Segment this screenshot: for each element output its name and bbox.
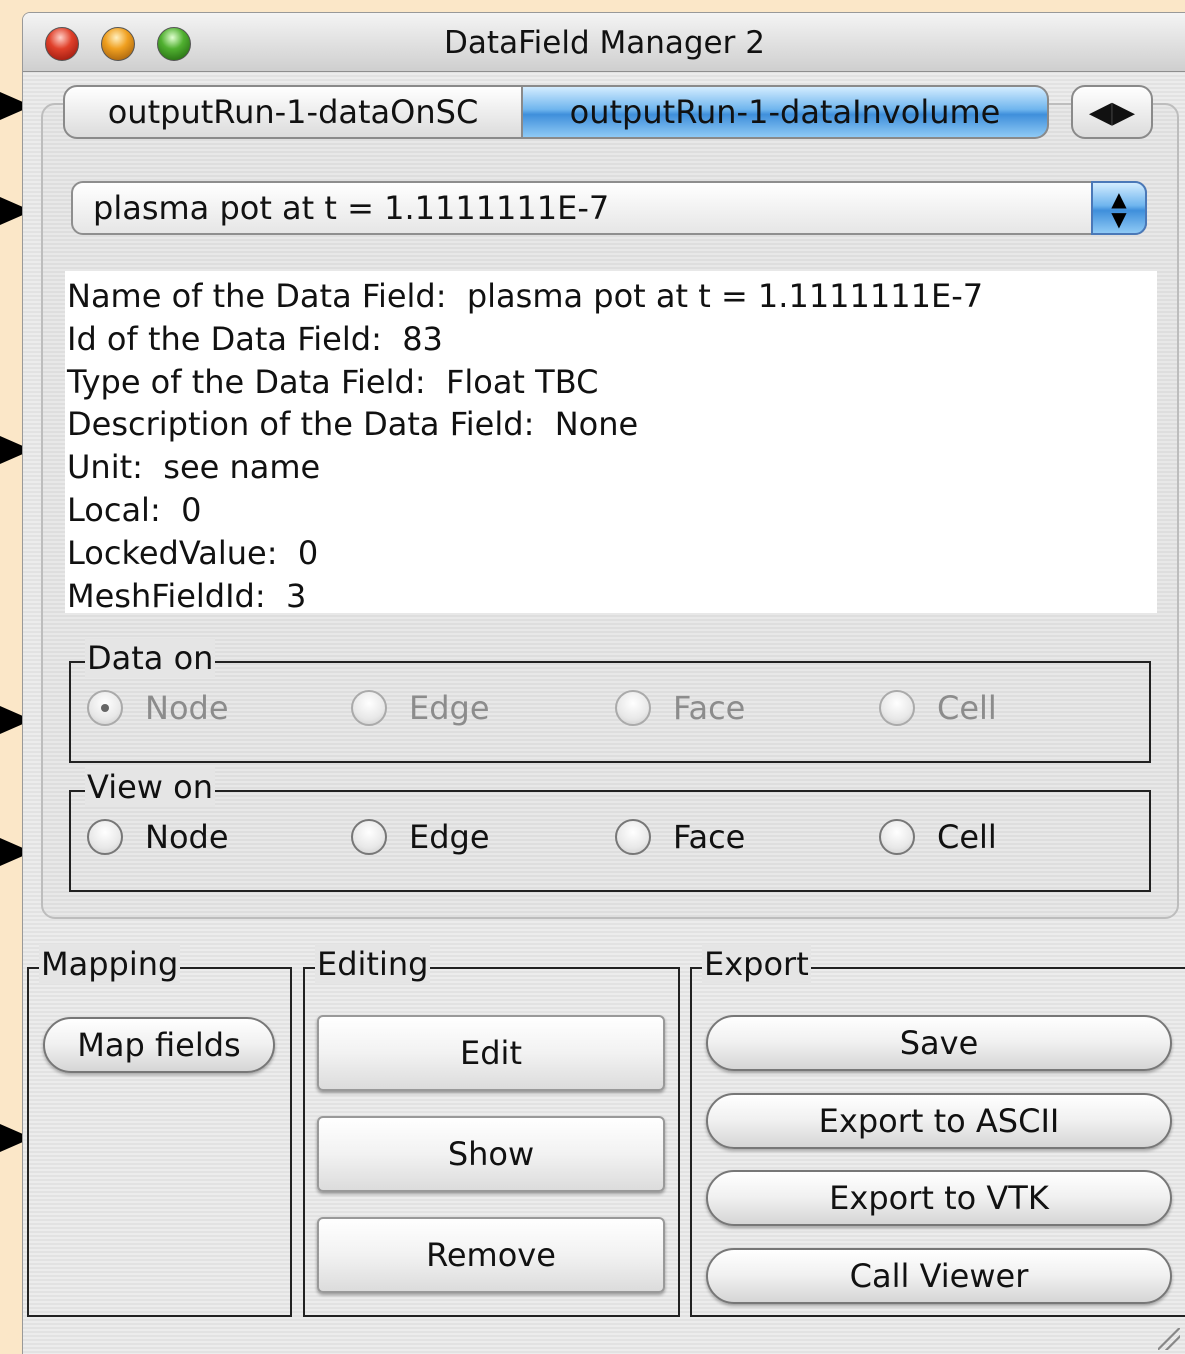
view-on-cell-radio[interactable]: Cell bbox=[879, 818, 997, 856]
radio-label: Face bbox=[673, 818, 746, 856]
field-info-area: Name of the Data Field: plasma pot at t … bbox=[65, 271, 1157, 615]
field-selector-value: plasma pot at t = 1.1111111E-7 bbox=[93, 189, 610, 227]
radio-label: Edge bbox=[409, 689, 490, 727]
radio-icon bbox=[615, 819, 651, 855]
mapping-label: Mapping bbox=[39, 944, 181, 984]
call-viewer-button[interactable]: Call Viewer bbox=[706, 1248, 1172, 1304]
edit-button[interactable]: Edit bbox=[317, 1015, 665, 1091]
view-on-node-radio[interactable]: Node bbox=[87, 818, 229, 856]
title-bar[interactable]: DataField Manager 2 bbox=[23, 13, 1185, 72]
data-on-group: Data on Node Edge Face Cell bbox=[69, 638, 1151, 763]
info-line: Unit: see name bbox=[67, 448, 321, 487]
info-line: LockedValue: 0 bbox=[67, 533, 319, 572]
info-line: Description of the Data Field: None bbox=[67, 405, 639, 444]
radio-icon bbox=[879, 690, 915, 726]
export-vtk-button[interactable]: Export to VTK bbox=[706, 1170, 1172, 1226]
left-right-arrows-icon: ◀▶ bbox=[1088, 94, 1136, 130]
editing-label: Editing bbox=[315, 944, 431, 984]
radio-icon bbox=[87, 819, 123, 855]
radio-selected-icon bbox=[87, 690, 123, 726]
export-ascii-button[interactable]: Export to ASCII bbox=[706, 1093, 1172, 1149]
info-line: Name of the Data Field: plasma pot at t … bbox=[67, 277, 984, 315]
mapping-group: Mapping Map fields bbox=[27, 944, 292, 1317]
view-on-edge-radio[interactable]: Edge bbox=[351, 818, 490, 856]
tab-scroll-button[interactable]: ◀▶ bbox=[1071, 85, 1153, 139]
radio-label: Face bbox=[673, 689, 746, 727]
field-selector[interactable]: plasma pot at t = 1.1111111E-7 ▲ ▼ bbox=[71, 181, 1147, 235]
remove-button[interactable]: Remove bbox=[317, 1217, 665, 1293]
radio-icon bbox=[879, 819, 915, 855]
window-title: DataField Manager 2 bbox=[444, 25, 765, 61]
radio-icon bbox=[351, 690, 387, 726]
export-group: Export Save Export to ASCII Export to VT… bbox=[690, 944, 1185, 1317]
editing-group: Editing Edit Show Remove bbox=[303, 944, 680, 1317]
view-on-label: View on bbox=[85, 767, 215, 807]
radio-label: Node bbox=[145, 689, 229, 727]
radio-label: Node bbox=[145, 818, 229, 856]
data-on-edge-radio[interactable]: Edge bbox=[351, 689, 490, 727]
radio-icon bbox=[351, 819, 387, 855]
data-on-cell-radio[interactable]: Cell bbox=[879, 689, 997, 727]
view-on-face-radio[interactable]: Face bbox=[615, 818, 745, 856]
up-down-arrows-icon[interactable]: ▲ ▼ bbox=[1091, 181, 1147, 235]
info-line: Id of the Data Field: 83 bbox=[67, 319, 443, 358]
view-on-group: View on Node Edge Face Cell bbox=[69, 767, 1151, 892]
radio-label: Cell bbox=[937, 818, 997, 856]
datafield-manager-window: DataField Manager 2 outputRun-1-dataOnSC… bbox=[22, 12, 1185, 1354]
radio-label: Cell bbox=[937, 689, 997, 727]
tab-datainvolume[interactable]: outputRun-1-dataInvolume bbox=[523, 85, 1049, 139]
info-line: Local: 0 bbox=[67, 490, 202, 529]
show-button[interactable]: Show bbox=[317, 1116, 665, 1192]
save-button[interactable]: Save bbox=[706, 1015, 1172, 1071]
map-fields-button[interactable]: Map fields bbox=[43, 1017, 275, 1073]
radio-label: Edge bbox=[409, 818, 490, 856]
resize-grip-icon[interactable] bbox=[1158, 1328, 1180, 1350]
data-on-face-radio[interactable]: Face bbox=[615, 689, 745, 727]
info-line: Type of the Data Field: Float TBC bbox=[67, 362, 599, 401]
data-on-label: Data on bbox=[85, 638, 216, 678]
data-on-node-radio[interactable]: Node bbox=[87, 689, 229, 727]
radio-icon bbox=[615, 690, 651, 726]
info-line: MeshFieldId: 3 bbox=[67, 576, 307, 615]
export-label: Export bbox=[702, 944, 811, 984]
tab-bar: outputRun-1-dataOnSC outputRun-1-dataInv… bbox=[63, 85, 1049, 143]
tab-dataonsc[interactable]: outputRun-1-dataOnSC bbox=[63, 85, 523, 139]
